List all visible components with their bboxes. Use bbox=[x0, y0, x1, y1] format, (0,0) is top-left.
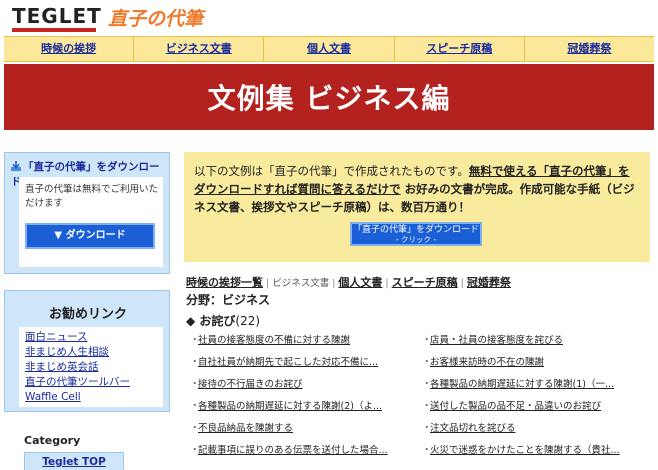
bullet-icon: ・ bbox=[190, 423, 200, 434]
list-item[interactable]: ・注文品切れを詫びる bbox=[422, 422, 654, 444]
bullet-icon: ・ bbox=[190, 357, 200, 368]
nav-item-seasonal-greetings[interactable]: 時候の挨拶 bbox=[4, 37, 135, 61]
list-item[interactable]: ・各種製品の納期遅延に対する陳謝(1)（一... bbox=[422, 378, 654, 400]
recommended-links-title: お勧めリンク bbox=[48, 307, 127, 322]
download-box: 「直子の代筆」をダウンロード 直子の代筆は無料でご利用いただけます ▼ ダウンロ… bbox=[4, 152, 170, 274]
rec-link-toolbar[interactable]: 直子の代筆ツールバー bbox=[25, 375, 157, 390]
breadcrumb-personal-documents[interactable]: 個人文書 bbox=[338, 276, 382, 289]
rec-link-life-advice[interactable]: 非まじめ人生相談 bbox=[25, 345, 157, 360]
list-item[interactable]: ・記載事項に誤りのある伝票を送付した場合... bbox=[190, 444, 422, 466]
main-nav: 時候の挨拶 ビジネス文書 個人文書 スピーチ原稿 冠婚葬祭 bbox=[4, 36, 654, 62]
bullet-icon: ・ bbox=[422, 401, 432, 412]
bullet-icon: ・ bbox=[190, 445, 200, 456]
notice-box: 以下の文例は「直子の代筆」で作成されたものです。無料で使える「直子の代筆」をダウ… bbox=[184, 152, 650, 262]
bullet-icon: ・ bbox=[422, 379, 432, 390]
bullet-icon: ・ bbox=[422, 423, 432, 434]
list-item-link[interactable]: 各種製品の納期遅延に対する陳謝(2)（よ... bbox=[198, 401, 382, 412]
bullet-icon: ・ bbox=[422, 445, 432, 456]
nav-item-business-documents[interactable]: ビジネス文書 bbox=[134, 37, 265, 61]
recommended-links-list: 面白ニュース 非まじめ人生相談 非まじめ英会話 直子の代筆ツールバー Waffl… bbox=[19, 327, 163, 407]
list-item-link[interactable]: 接待の不行届きのお詫び bbox=[198, 379, 303, 390]
list-item[interactable]: ・社員の接客態度の不備に対する陳謝 bbox=[190, 334, 422, 356]
list-item-link[interactable]: 社員の接客態度の不備に対する陳謝 bbox=[198, 335, 350, 346]
rec-link-english-conversation[interactable]: 非まじめ英会話 bbox=[25, 360, 157, 375]
rec-link-waffle-cell[interactable]: Waffle Cell bbox=[25, 390, 157, 405]
subsection-count: (22) bbox=[235, 314, 261, 328]
breadcrumb-separator: | bbox=[385, 278, 389, 289]
notice-text-1: 以下の文例は「直子の代筆」で作成されたものです。 bbox=[194, 164, 469, 178]
teglet-top-link[interactable]: Teglet TOP bbox=[24, 452, 124, 470]
list-item[interactable]: ・店員・社員の接客態度を詫びる bbox=[422, 334, 654, 356]
logo-underline bbox=[12, 28, 96, 32]
bullet-icon: ・ bbox=[190, 335, 200, 346]
list-item-link[interactable]: 店員・社員の接客態度を詫びる bbox=[430, 335, 563, 346]
breadcrumb-ceremonies[interactable]: 冠婚葬祭 bbox=[467, 276, 511, 289]
teglet-logo[interactable]: TEGLET bbox=[12, 4, 102, 28]
nav-item-ceremonies[interactable]: 冠婚葬祭 bbox=[525, 37, 654, 61]
subsection-title: ◆ お詫び bbox=[186, 314, 236, 328]
subsection-heading: ◆ お詫び(22) bbox=[186, 312, 260, 329]
list-item-link[interactable]: 火災で迷惑をかけたことを陳謝する（貴社... bbox=[430, 445, 620, 456]
list-item-link[interactable]: 自社社員が納期先で起こした対応不備に... bbox=[198, 357, 378, 368]
breadcrumb-separator: | bbox=[332, 278, 336, 289]
list-item[interactable]: ・お客様来訪時の不在の陳謝 bbox=[422, 356, 654, 378]
download-box-description: 直子の代筆は無料でご利用いただけます bbox=[25, 184, 159, 209]
site-header: TEGLET 直子の代筆 bbox=[0, 0, 658, 36]
list-item-link[interactable]: 各種製品の納期遅延に対する陳謝(1)（一... bbox=[430, 379, 614, 390]
bullet-icon: ・ bbox=[422, 335, 432, 346]
breadcrumb-separator: | bbox=[460, 278, 464, 289]
download-icon bbox=[11, 161, 21, 171]
breadcrumb-seasonal-greetings[interactable]: 時候の挨拶一覧 bbox=[186, 276, 263, 289]
list-item[interactable]: ・火災で迷惑をかけたことを陳謝する（貴社... bbox=[422, 444, 654, 466]
list-item-link[interactable]: 不良品納品を陳謝する bbox=[198, 423, 293, 434]
download-box-panel: 直子の代筆は無料でご利用いただけます ▼ ダウンロード bbox=[19, 177, 163, 267]
list-item-link[interactable]: 注文品切れを詫びる bbox=[430, 423, 516, 434]
breadcrumb: 時候の挨拶一覧 | ビジネス文書 | 個人文書 | スピーチ原稿 | 冠婚葬祭 bbox=[186, 274, 511, 290]
recommended-links-box: お勧めリンク 面白ニュース 非まじめ人生相談 非まじめ英会話 直子の代筆ツールバ… bbox=[4, 290, 170, 412]
notice-download-button[interactable]: 「直子の代筆」をダウンロード - クリック - bbox=[350, 222, 482, 246]
list-item-link[interactable]: 送付した製品の品不足・品違いのお詫び bbox=[430, 401, 601, 412]
breadcrumb-speech-scripts[interactable]: スピーチ原稿 bbox=[392, 276, 458, 289]
rec-link-funny-news[interactable]: 面白ニュース bbox=[25, 330, 157, 345]
list-item[interactable]: ・接待の不行届きのお詫び bbox=[190, 378, 422, 400]
bullet-icon: ・ bbox=[190, 401, 200, 412]
download-button[interactable]: ▼ ダウンロード bbox=[25, 223, 155, 249]
breadcrumb-business-documents: ビジネス文書 bbox=[272, 278, 330, 289]
list-item-link[interactable]: 記載事項に誤りのある伝票を送付した場合... bbox=[198, 445, 388, 456]
notice-download-button-sublabel: - クリック - bbox=[395, 235, 437, 244]
nav-item-speech-scripts[interactable]: スピーチ原稿 bbox=[395, 37, 525, 61]
apology-list-right: ・店員・社員の接客態度を詫びる ・お客様来訪時の不在の陳謝 ・各種製品の納期遅延… bbox=[422, 334, 654, 466]
list-item[interactable]: ・送付した製品の品不足・品違いのお詫び bbox=[422, 400, 654, 422]
page-banner: 文例集 ビジネス編 bbox=[4, 64, 654, 130]
bullet-icon: ・ bbox=[422, 357, 432, 368]
breadcrumb-separator: | bbox=[266, 278, 270, 289]
apology-list-left: ・社員の接客態度の不備に対する陳謝 ・自社社員が納期先で起こした対応不備に...… bbox=[190, 334, 422, 466]
list-item-link[interactable]: お客様来訪時の不在の陳謝 bbox=[430, 357, 544, 368]
bullet-icon: ・ bbox=[190, 379, 200, 390]
list-item[interactable]: ・各種製品の納期遅延に対する陳謝(2)（よ... bbox=[190, 400, 422, 422]
page-title: 文例集 ビジネス編 bbox=[207, 82, 451, 115]
nav-item-personal-documents[interactable]: 個人文書 bbox=[264, 37, 395, 61]
section-heading: 分野：ビジネス bbox=[186, 293, 271, 307]
notice-download-button-label: 「直子の代筆」をダウンロード bbox=[352, 225, 479, 235]
category-heading: Category bbox=[24, 434, 81, 447]
list-item[interactable]: ・不良品納品を陳謝する bbox=[190, 422, 422, 444]
site-title[interactable]: 直子の代筆 bbox=[108, 4, 203, 31]
list-item[interactable]: ・自社社員が納期先で起こした対応不備に... bbox=[190, 356, 422, 378]
